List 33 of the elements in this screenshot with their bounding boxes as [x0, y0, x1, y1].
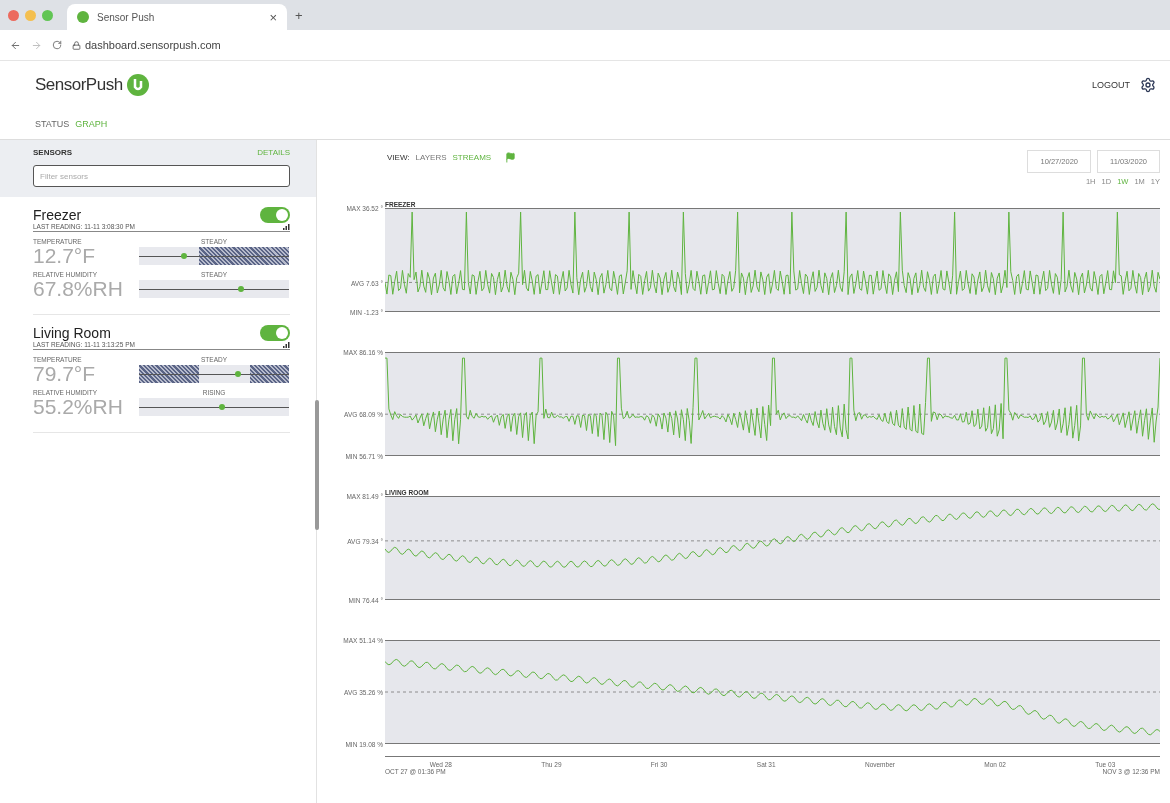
sensor-toggle[interactable]	[260, 207, 290, 223]
scrollbar[interactable]	[315, 400, 319, 530]
view-option[interactable]: STREAMS	[452, 153, 492, 162]
lock-icon	[72, 40, 81, 50]
logo-text: SensorPush	[35, 75, 123, 95]
metric-value: 55.2%RH	[33, 396, 124, 418]
sensor-name: Living Room	[33, 325, 111, 341]
sensor-name: Freezer	[33, 207, 82, 223]
tab-title: Sensor Push	[97, 11, 156, 23]
nav-tab[interactable]: GRAPH	[75, 119, 108, 129]
logout-link[interactable]: LOGOUT	[1092, 80, 1130, 90]
window-controls-icon[interactable]	[8, 9, 53, 21]
new-tab-button[interactable]: +	[295, 7, 303, 23]
url-text[interactable]: dashboard.sensorpush.com	[85, 39, 221, 51]
back-icon[interactable]	[10, 39, 21, 51]
flag-icon[interactable]	[505, 152, 517, 163]
signal-icon	[283, 223, 290, 230]
view-label: VIEW:	[387, 153, 410, 162]
metric-value: 12.7°F	[33, 245, 97, 267]
metric-value: 67.8%RH	[33, 278, 124, 300]
view-option[interactable]: LAYERS	[415, 153, 447, 162]
metric-value: 79.7°F	[33, 363, 97, 385]
signal-icon	[283, 341, 290, 348]
forward-icon[interactable]	[31, 39, 42, 51]
logo-icon	[126, 74, 149, 96]
filter-field[interactable]: Filter sensors	[33, 165, 290, 187]
sensor-toggle[interactable]	[260, 325, 290, 341]
settings-icon[interactable]	[1140, 77, 1156, 93]
nav-tab[interactable]: STATUS	[35, 119, 70, 129]
sensors-heading: SENSORS	[33, 148, 73, 157]
close-button[interactable]: ×	[269, 9, 277, 25]
browser-tab[interactable]: Sensor Push ×	[67, 4, 287, 30]
reload-icon[interactable]	[52, 40, 62, 50]
